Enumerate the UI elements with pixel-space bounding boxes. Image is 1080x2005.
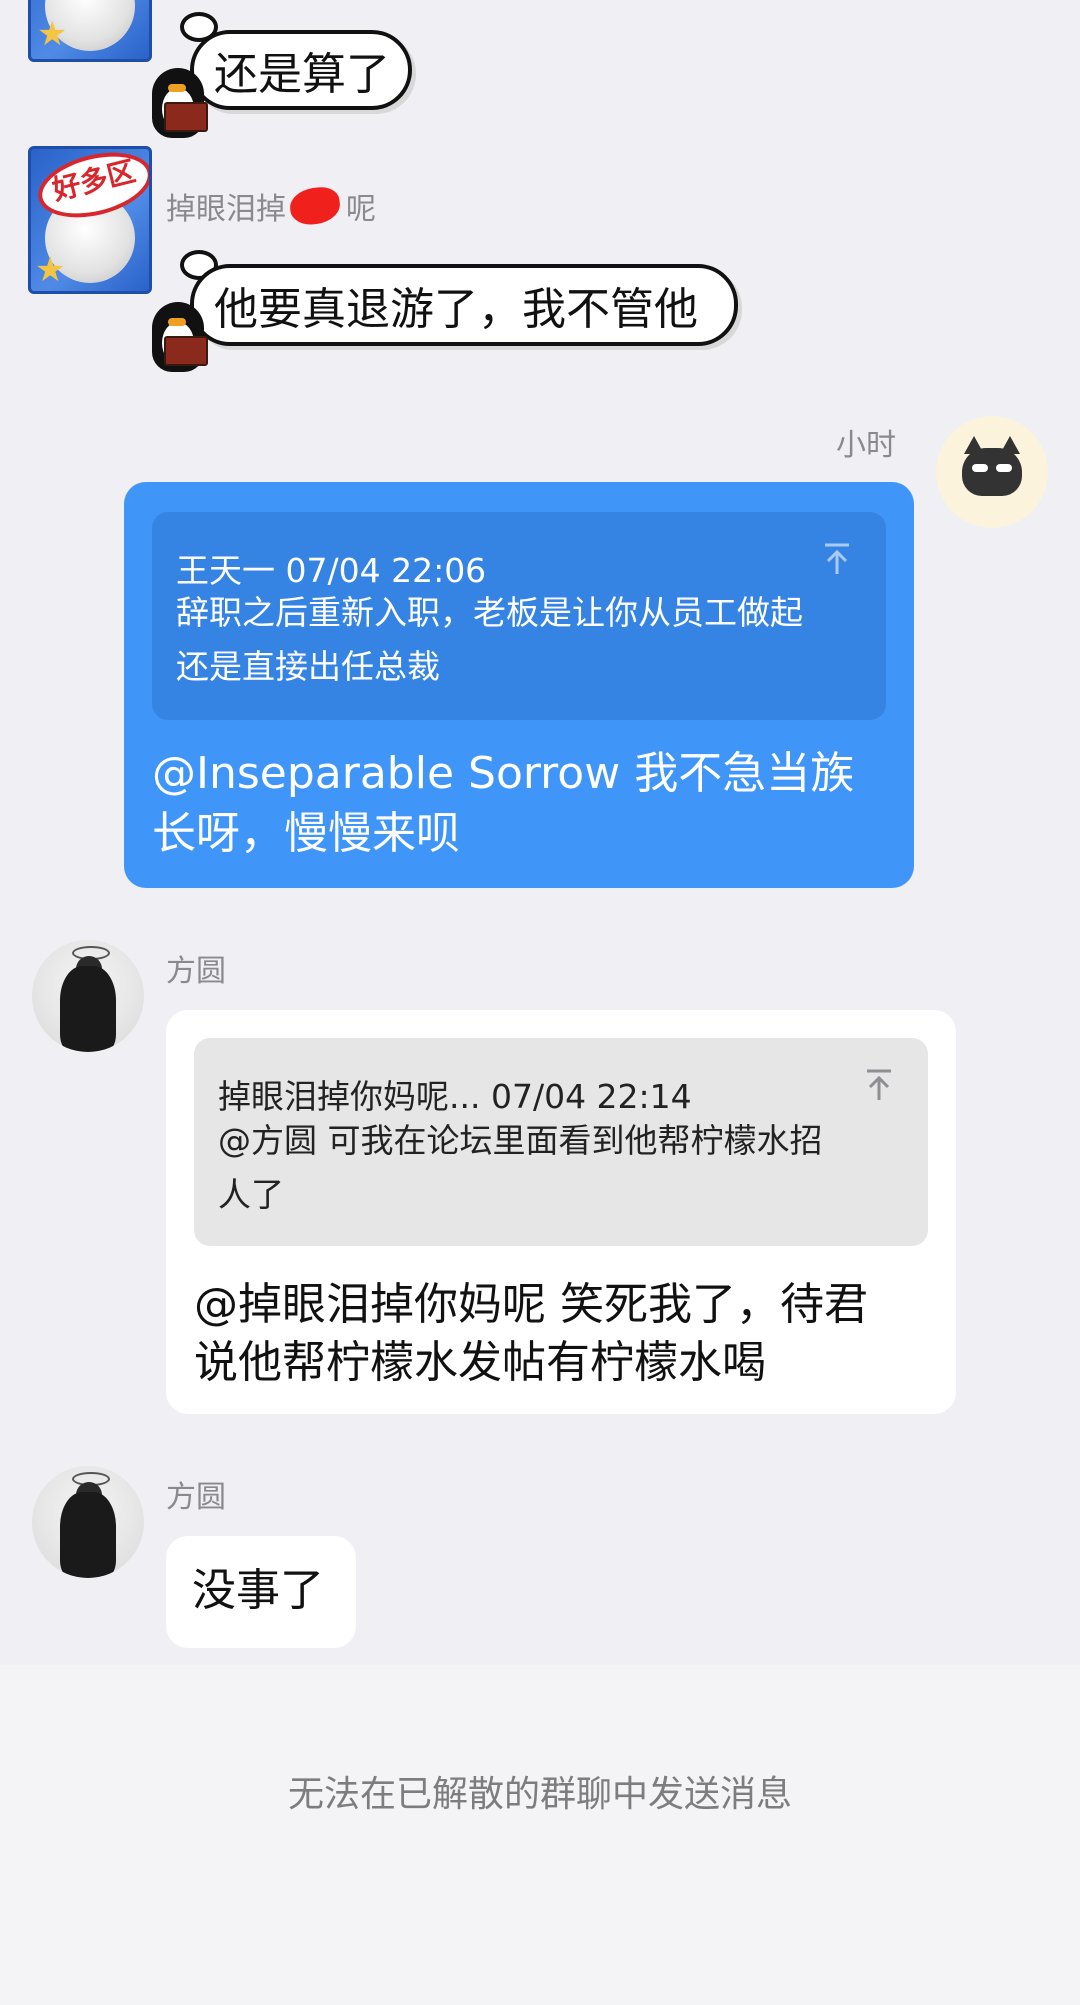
input-disabled-footer: 无法在已解散的群聊中发送消息 <box>0 1665 1080 2005</box>
sender-name-part2: 呢 <box>346 192 376 227</box>
message-bubble[interactable]: 王天一 07/04 22:06 辞职之后重新入职，老板是让你从员工做起 还是直接… <box>124 482 914 888</box>
quote-meta: 王天一 07/04 22:06 <box>176 551 487 590</box>
quote-text-line: 还是直接出任总裁 <box>176 647 440 686</box>
message-text-line: @掉眼泪掉你妈呢 笑死我了，待君 <box>194 1279 868 1330</box>
sender-name-part1: 掉眼泪掉 <box>166 192 286 227</box>
disbanded-group-notice: 无法在已解散的群聊中发送消息 <box>287 1774 792 1815</box>
figure-avatar-image <box>60 966 116 1052</box>
quote-text-line: 人了 <box>218 1175 284 1214</box>
jump-to-top-icon[interactable] <box>822 542 852 576</box>
sender-name: 小时 <box>836 428 896 463</box>
message-text-line: 长呀，慢慢来呗 <box>152 808 460 859</box>
sender-name: 掉眼泪掉 呢 <box>166 184 376 228</box>
quoted-message[interactable]: 王天一 07/04 22:06 辞职之后重新入职，老板是让你从员工做起 还是直接… <box>152 512 886 720</box>
cat-avatar-image <box>962 448 1022 496</box>
sender-name: 方圆 <box>166 954 226 989</box>
message-bubble[interactable]: 掉眼泪掉你妈呢... 07/04 22:14 @方圆 可我在论坛里面看到他帮柠檬… <box>166 1010 956 1414</box>
penguin-reading-icon <box>148 292 208 376</box>
redaction-mark <box>287 184 343 228</box>
avatar[interactable] <box>32 940 144 1052</box>
penguin-reading-icon <box>148 58 208 142</box>
message-text-line: 说他帮柠檬水发帖有柠檬水喝 <box>194 1337 766 1388</box>
sticker-bubble[interactable]: 还是算了 <box>190 30 412 110</box>
sticker-bubble[interactable]: 他要真退游了，我不管他 <box>190 264 738 346</box>
avatar[interactable] <box>32 1466 144 1578</box>
quote-text-line: 辞职之后重新入职，老板是让你从员工做起 <box>176 593 803 632</box>
avatar[interactable] <box>936 416 1048 528</box>
quoted-message[interactable]: 掉眼泪掉你妈呢... 07/04 22:14 @方圆 可我在论坛里面看到他帮柠檬… <box>194 1038 928 1246</box>
star-icon: ★ <box>35 250 66 290</box>
message-text: 没事了 <box>192 1565 324 1616</box>
avatar[interactable]: 好多区 ★ <box>28 146 152 294</box>
avatar[interactable]: ★ <box>28 0 152 62</box>
message-text-line: @Inseparable Sorrow 我不急当族 <box>152 748 855 799</box>
star-icon: ★ <box>37 14 68 54</box>
sender-name: 方圆 <box>166 1480 226 1515</box>
sticker-text: 他要真退游了，我不管他 <box>214 284 698 335</box>
figure-avatar-image <box>60 1492 116 1578</box>
quote-text-line: @方圆 可我在论坛里面看到他帮柠檬水招 <box>218 1121 823 1160</box>
message-bubble[interactable]: 没事了 <box>166 1536 356 1648</box>
jump-to-top-icon[interactable] <box>864 1068 894 1102</box>
sticker-text: 还是算了 <box>214 49 390 100</box>
quote-meta: 掉眼泪掉你妈呢... 07/04 22:14 <box>218 1077 692 1116</box>
